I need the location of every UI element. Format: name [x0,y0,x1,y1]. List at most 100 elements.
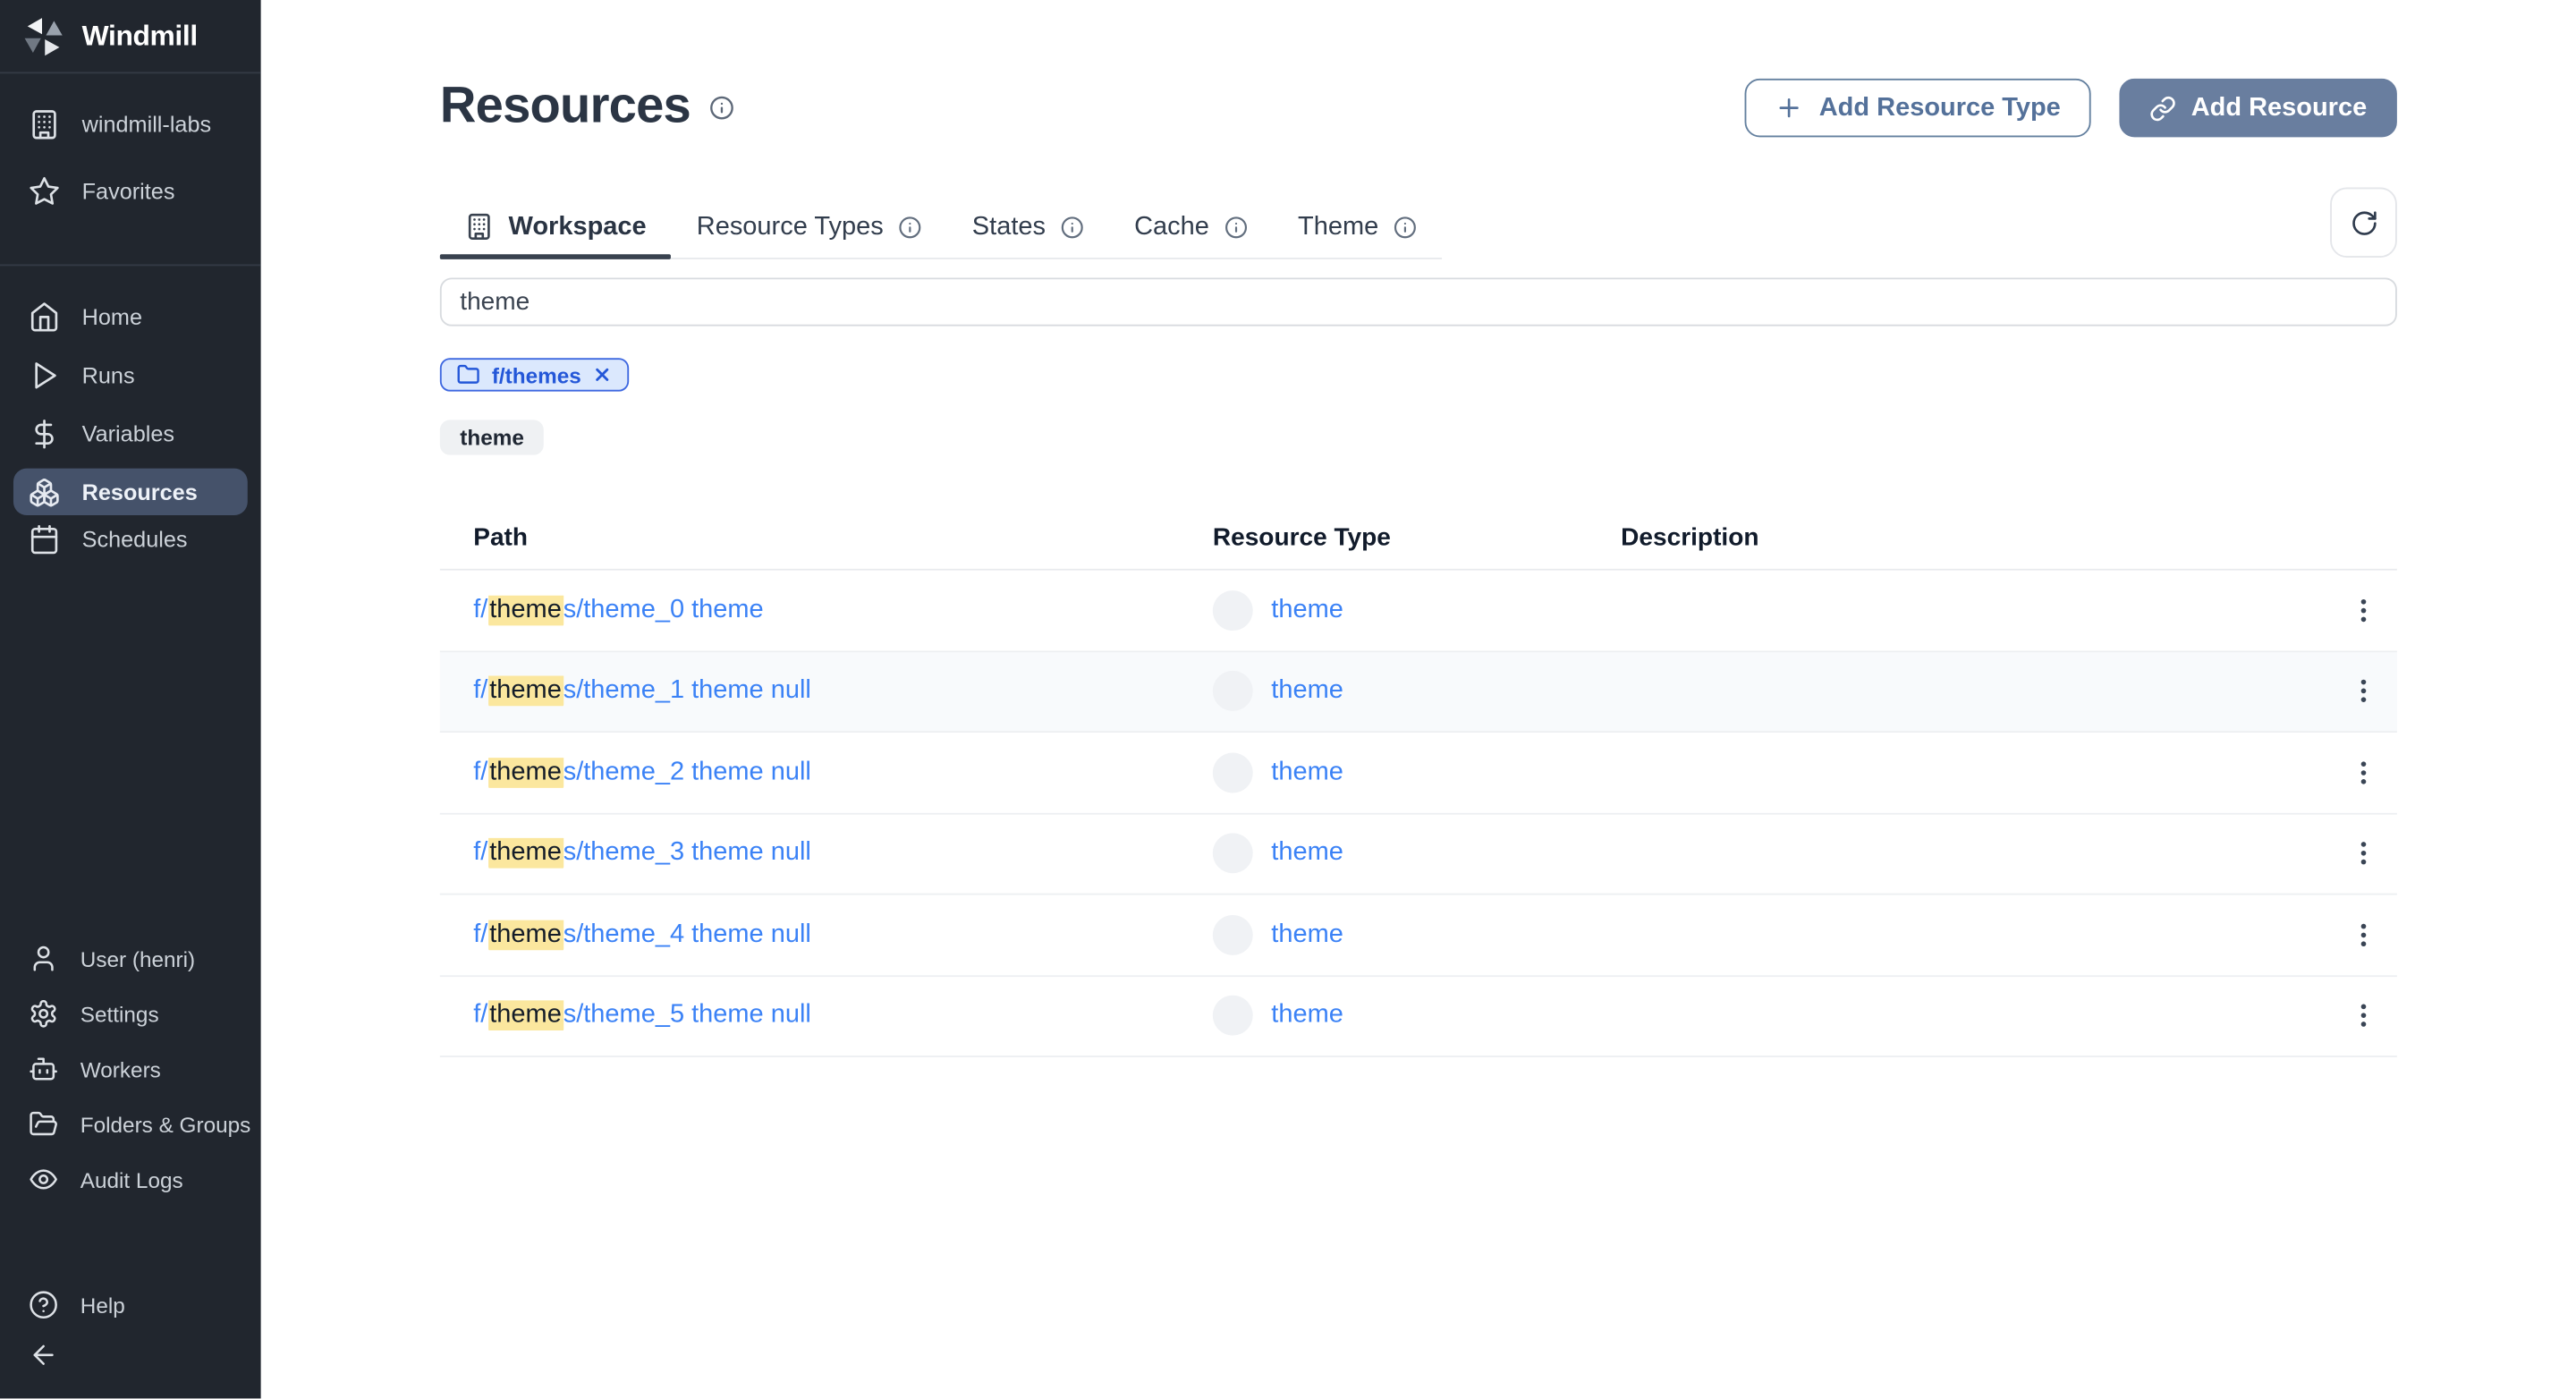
path-suffix: s/theme_4 theme null [563,920,811,948]
add-resource-type-button[interactable]: Add Resource Type [1745,78,2091,138]
tab-cache[interactable]: Cache [1109,196,1273,258]
nav-label: Schedules [81,526,188,552]
resource-type-link[interactable]: theme [1271,920,1343,950]
tab-theme[interactable]: Theme [1273,196,1442,258]
column-header-resource-type: Resource Type [1212,522,1391,552]
resource-path-link[interactable]: f/theme s/theme_4 theme null [473,920,811,950]
sidebar-item-user[interactable]: User (henri) [0,937,261,981]
resource-path-link[interactable]: f/theme s/theme_3 theme null [473,838,811,869]
resource-type-avatar [1212,589,1253,631]
table-row: f/theme s/theme_2 theme null theme [439,733,2397,814]
sidebar-item-audit-logs[interactable]: Audit Logs [0,1158,261,1202]
gear-icon [29,999,59,1030]
sidebar-item-workspace[interactable]: windmill-labs [0,100,261,147]
sidebar-main-nav: Home Runs Variables Resources Schedules [0,266,261,573]
sidebar-footer-nav: User (henri) Settings Workers Folders & … [0,937,261,1214]
path-prefix: f/ [473,838,488,868]
footer-label: Settings [80,1002,159,1028]
help-circle-icon [29,1291,59,1321]
app-name: Windmill [81,19,199,52]
tab-resource-types[interactable]: Resource Types [672,196,947,258]
path-prefix: f/ [473,676,488,705]
footer-label: Workers [80,1056,161,1082]
sidebar-help-group: Help [0,1284,261,1399]
sidebar-item-variables[interactable]: Variables [0,410,261,456]
calendar-icon [29,522,61,555]
path-highlight: theme [487,920,564,950]
robot-icon [29,1055,59,1085]
sidebar-item-workers[interactable]: Workers [0,1047,261,1091]
nav-label: Runs [81,361,135,387]
sidebar-item-help[interactable]: Help [0,1284,261,1327]
nav-label: Variables [81,420,175,446]
building-icon [465,213,494,242]
table-row: f/theme s/theme_4 theme null theme [439,895,2397,977]
resource-path-link[interactable]: f/theme s/theme_2 theme null [473,757,811,788]
folder-chip-label: f/themes [491,361,581,387]
resource-type-link[interactable]: theme [1271,758,1343,788]
building-icon [29,108,61,140]
path-highlight: theme [487,757,564,788]
path-highlight: theme [487,595,564,625]
sidebar-item-resources[interactable]: Resources [13,468,248,515]
path-suffix: s/theme_5 theme null [563,1000,811,1030]
row-menu-button[interactable] [2335,906,2393,963]
row-menu-button[interactable] [2335,744,2393,801]
footer-label: Audit Logs [80,1167,183,1193]
path-highlight: theme [487,676,564,707]
row-menu-button[interactable] [2335,825,2393,882]
active-tab-indicator [439,254,672,259]
resource-type-link[interactable]: theme [1271,676,1343,707]
resource-type-link[interactable]: theme [1271,838,1343,869]
sidebar-item-runs[interactable]: Runs [0,352,261,398]
table-row: f/theme s/theme_3 theme null theme [439,813,2397,895]
arrow-left-icon [29,1341,59,1371]
page-header: Resources [440,73,734,140]
sidebar-item-home[interactable]: Home [0,293,261,339]
resource-type-link[interactable]: theme [1271,595,1343,625]
path-highlight: theme [487,1000,564,1031]
add-resource-button[interactable]: Add Resource [2119,78,2397,138]
info-icon [1224,215,1248,238]
path-highlight: theme [487,838,564,869]
star-icon [29,174,61,207]
table-row: f/theme s/theme_5 theme null theme [439,976,2397,1057]
row-menu-button[interactable] [2335,581,2393,639]
app-logo[interactable]: Windmill [0,0,261,74]
info-icon[interactable] [709,95,734,120]
resource-type-avatar [1212,671,1253,712]
tab-workspace[interactable]: Workspace [439,196,672,259]
resources-table: Path Resource Type Description f/theme s/… [439,505,2397,1057]
tab-states[interactable]: States [947,196,1109,258]
sidebar-item-favorites[interactable]: Favorites [0,167,261,214]
link-icon [2149,95,2176,122]
windmill-logo-icon [21,14,65,58]
table-header: Path Resource Type Description [439,505,2397,571]
path-prefix: f/ [473,757,488,786]
row-menu-button[interactable] [2335,663,2393,720]
resource-path-link[interactable]: f/theme s/theme_1 theme null [473,676,811,707]
plus-icon [1775,94,1804,123]
dollar-icon [29,418,61,450]
favorites-label: Favorites [81,178,175,204]
resource-path-link[interactable]: f/theme s/theme_0 theme [473,595,764,625]
sidebar-item-settings[interactable]: Settings [0,993,261,1037]
path-suffix: s/theme_2 theme null [563,757,811,786]
row-menu-button[interactable] [2335,988,2393,1045]
nav-label: Home [81,303,142,329]
tabs: Workspace Resource Types States Cache Th… [439,196,1443,259]
refresh-button[interactable] [2330,187,2397,258]
footer-label: Folders & Groups [80,1112,251,1138]
sidebar-item-schedules[interactable]: Schedules [0,515,261,562]
search-input[interactable] [439,277,2397,326]
main-area: Resources Add Resource Type Add Resource… [260,0,2576,1399]
folder-filter-chip[interactable]: f/themes [439,358,631,392]
close-icon[interactable] [593,365,613,385]
sidebar-collapse-button[interactable] [0,1334,261,1378]
resource-path-link[interactable]: f/theme s/theme_5 theme null [473,1000,811,1031]
resource-type-avatar [1212,833,1253,874]
refresh-icon [2350,208,2378,237]
resource-type-link[interactable]: theme [1271,1001,1343,1031]
workspace-name: windmill-labs [81,111,212,137]
sidebar-item-folders-groups[interactable]: Folders & Groups [0,1103,261,1147]
